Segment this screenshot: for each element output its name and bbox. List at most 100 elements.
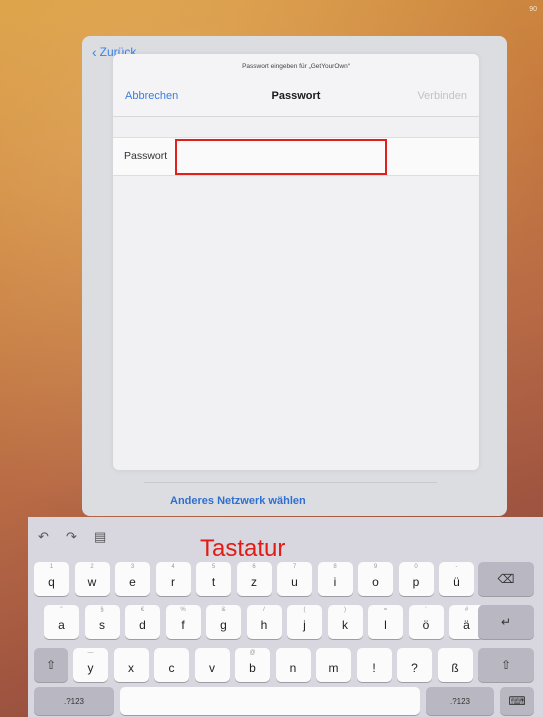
- key-e[interactable]: 3e: [115, 562, 150, 596]
- hide-keyboard-key[interactable]: ⌨: [500, 687, 534, 715]
- key-hint: 5: [211, 564, 216, 570]
- key-g[interactable]: & g: [206, 605, 241, 639]
- key-label: i: [333, 575, 337, 589]
- key-d[interactable]: € d: [125, 605, 160, 639]
- key-label: y: [87, 661, 94, 675]
- key-label: f: [181, 618, 185, 632]
- key-hint: &: [221, 607, 226, 613]
- key-m[interactable]: m: [316, 648, 351, 682]
- key-b[interactable]: @ b: [235, 648, 270, 682]
- key-hint: 0: [414, 564, 418, 570]
- key-ö[interactable]: ' ö: [408, 605, 444, 639]
- keyboard: ↶ ↷ ▤ Tastatur 1q2w3e4r5t6z7u8i9o0p-ü " a…: [28, 517, 543, 717]
- key-label: g: [220, 618, 227, 632]
- key-label: x: [128, 661, 134, 675]
- key-hint: §: [100, 607, 104, 613]
- key-c[interactable]: c: [154, 648, 189, 682]
- key-hint: €: [140, 607, 145, 613]
- key-y[interactable]: — y: [73, 648, 108, 682]
- backspace-key[interactable]: ⌫: [478, 562, 534, 596]
- key-q[interactable]: 1q: [34, 562, 69, 596]
- connect-button[interactable]: Verbinden: [417, 90, 467, 102]
- backspace-icon: ⌫: [497, 572, 515, 586]
- numbers-key-left[interactable]: .?123: [34, 687, 114, 715]
- key-z[interactable]: 6z: [236, 562, 272, 596]
- key-?[interactable]: ?: [397, 648, 432, 682]
- key-label: l: [384, 618, 387, 632]
- key-label: w: [87, 575, 97, 589]
- key-label: ß: [451, 661, 459, 675]
- key-ß[interactable]: ß: [437, 648, 473, 682]
- paste-icon[interactable]: ▤: [94, 529, 106, 545]
- key-l[interactable]: = l: [368, 605, 403, 639]
- key-j[interactable]: (j: [287, 605, 322, 639]
- undo-icon[interactable]: ↶: [38, 529, 49, 545]
- key-label: q: [48, 575, 55, 589]
- key-label: e: [129, 575, 136, 589]
- key-label: ?: [411, 661, 418, 675]
- key-label: ö: [422, 618, 430, 632]
- status-indicator: 90: [529, 6, 537, 13]
- key-label: n: [289, 661, 297, 675]
- key-u[interactable]: 7u: [277, 562, 312, 596]
- key-hint: 2: [90, 564, 94, 570]
- key-hint: 4: [171, 564, 175, 570]
- key-label: j: [303, 618, 306, 632]
- key-x[interactable]: x: [113, 648, 149, 682]
- key-label: p: [412, 575, 420, 589]
- key-v[interactable]: v: [194, 648, 230, 682]
- other-network-link[interactable]: Anderes Netzwerk wählen: [170, 495, 306, 507]
- key-label: o: [372, 575, 379, 589]
- key-hint: 1: [49, 564, 54, 570]
- key-hint: =: [383, 607, 388, 613]
- key-a[interactable]: " a: [44, 605, 79, 639]
- key-hint: 3: [130, 564, 135, 570]
- key-hint: (: [303, 607, 306, 613]
- numbers-key-right[interactable]: .?123: [426, 687, 494, 715]
- key-label: h: [260, 618, 268, 632]
- key-label: k: [342, 618, 348, 632]
- key-label: s: [99, 618, 105, 632]
- key-o[interactable]: 9o: [358, 562, 393, 596]
- password-input[interactable]: [175, 139, 387, 175]
- shift-icon: ⇧: [500, 658, 512, 672]
- key-ü[interactable]: -ü: [439, 562, 474, 596]
- key-r[interactable]: 4r: [155, 562, 191, 596]
- keyboard-hide-icon: ⌨: [508, 694, 526, 708]
- password-dialog: Passwort eingeben für „GetYourOwn“ Abbre…: [113, 54, 479, 470]
- key-w[interactable]: 2w: [74, 562, 110, 596]
- key-hint: —: [87, 650, 94, 656]
- shift-icon: ⇧: [45, 658, 57, 672]
- key-t[interactable]: 5t: [196, 562, 231, 596]
- key-label: r: [171, 575, 175, 589]
- shift-right-key[interactable]: ⇧: [478, 648, 534, 682]
- key-n[interactable]: n: [275, 648, 311, 682]
- key-hint: 8: [333, 564, 337, 570]
- key-s[interactable]: § s: [84, 605, 120, 639]
- key-hint: ": [60, 607, 63, 613]
- key-i[interactable]: 8i: [317, 562, 353, 596]
- key-f[interactable]: % f: [165, 605, 201, 639]
- redo-icon[interactable]: ↷: [66, 529, 77, 545]
- key-hint: ': [425, 607, 427, 613]
- key-hint: %: [180, 607, 186, 613]
- key-label: b: [249, 661, 256, 675]
- key-![interactable]: !: [356, 648, 392, 682]
- password-label: Passwort: [124, 150, 168, 162]
- key-label: t: [211, 575, 216, 589]
- key-label: m: [328, 661, 339, 675]
- return-icon: ↵: [500, 615, 512, 629]
- key-label: ü: [453, 575, 460, 589]
- divider: [144, 482, 437, 483]
- key-h[interactable]: / h: [246, 605, 282, 639]
- shift-left-key[interactable]: ⇧: [34, 648, 68, 682]
- key-label: !: [372, 661, 376, 675]
- key-hint: 9: [373, 564, 378, 570]
- space-key[interactable]: [120, 687, 420, 715]
- return-key[interactable]: ↵: [478, 605, 534, 639]
- key-p[interactable]: 0p: [398, 562, 434, 596]
- key-label: u: [291, 575, 298, 589]
- key-k[interactable]: ) k: [327, 605, 363, 639]
- key-label: z: [251, 575, 257, 589]
- dialog-header: Passwort eingeben für „GetYourOwn“ Abbre…: [113, 54, 479, 117]
